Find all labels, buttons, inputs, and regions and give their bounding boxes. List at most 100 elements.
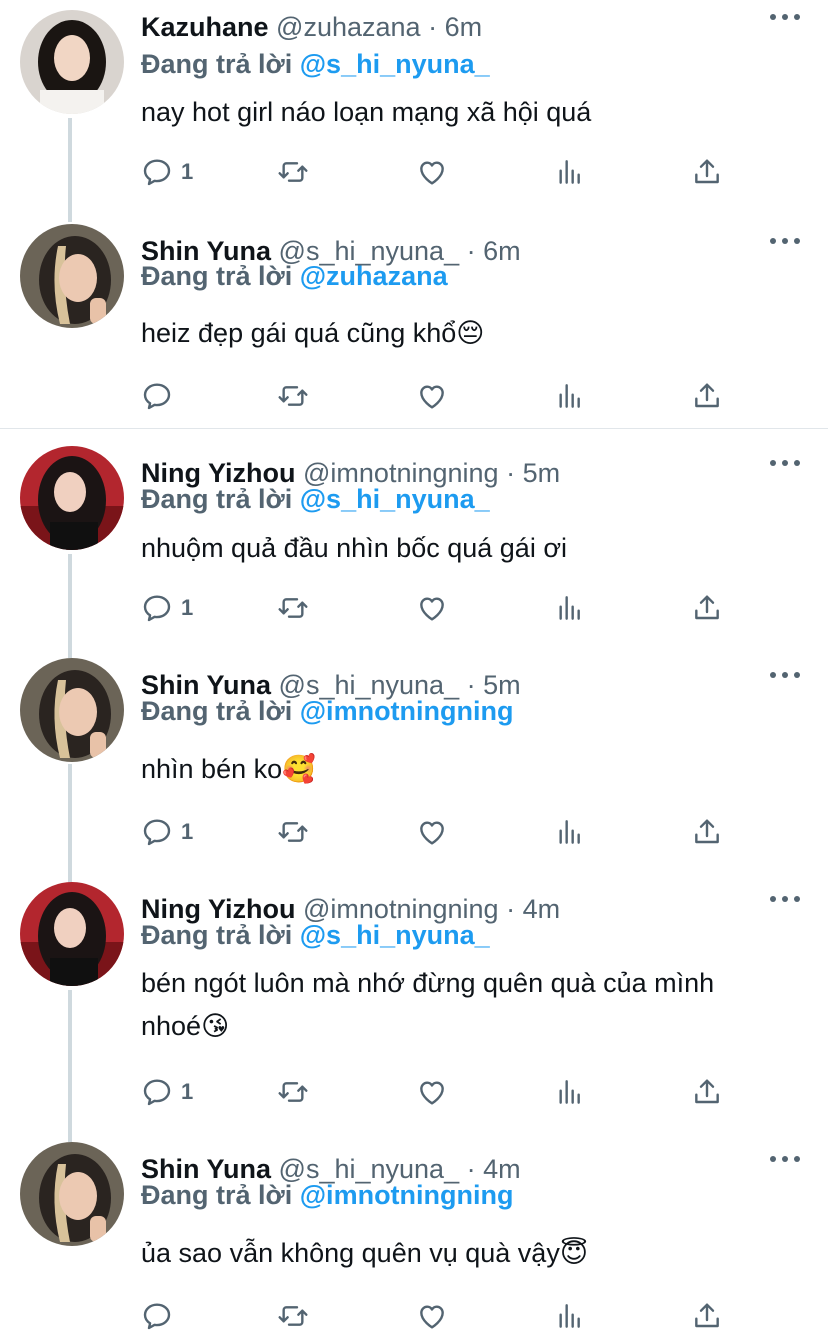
reply-button[interactable]: 1 (141, 155, 193, 189)
analytics-icon (559, 1304, 580, 1328)
retweet-button[interactable] (277, 379, 309, 413)
tweet[interactable]: Ning Yizhou @imnotningning · 4m Đang trả… (0, 882, 828, 1134)
tweet[interactable]: Shin Yuna @s_hi_nyuna_ · 6m Đang trả lời… (0, 224, 828, 428)
avatar[interactable] (20, 1142, 124, 1246)
share-icon (695, 1303, 719, 1328)
share-icon (695, 819, 719, 844)
replying-label: Đang trả lời (141, 261, 293, 291)
like-button[interactable] (416, 379, 448, 413)
replying-to: Đang trả lời @imnotningning (141, 1178, 514, 1212)
separator-dot: · (506, 458, 516, 488)
replying-label: Đang trả lời (141, 1180, 293, 1210)
more-icon[interactable] (770, 1156, 800, 1166)
analytics-button[interactable] (554, 155, 586, 189)
analytics-icon (559, 384, 580, 408)
more-icon[interactable] (770, 238, 800, 248)
tweet-text: heiz đẹp gái quá cũng khổ😔 (141, 318, 485, 348)
share-button[interactable] (691, 1299, 723, 1333)
reply-icon (143, 1303, 171, 1330)
mention-link[interactable]: @s_hi_nyuna_ (300, 920, 490, 950)
replying-label: Đang trả lời (141, 49, 293, 79)
avatar[interactable] (20, 658, 124, 762)
avatar[interactable] (20, 10, 124, 114)
retweet-icon (278, 162, 308, 182)
reply-icon (143, 819, 171, 846)
mention-link[interactable]: @s_hi_nyuna_ (300, 484, 490, 514)
like-button[interactable] (416, 815, 448, 849)
reply-button[interactable]: 1 (141, 815, 193, 849)
retweet-button[interactable] (277, 155, 309, 189)
tweet[interactable]: Shin Yuna @s_hi_nyuna_ · 5m Đang trả lời… (0, 658, 828, 872)
share-icon (695, 595, 719, 620)
retweet-button[interactable] (277, 591, 309, 625)
reply-icon (143, 1079, 171, 1106)
analytics-icon (559, 596, 580, 620)
share-button[interactable] (691, 591, 723, 625)
timestamp[interactable]: 4m (523, 894, 561, 924)
share-button[interactable] (691, 155, 723, 189)
replying-to: Đang trả lời @s_hi_nyuna_ (141, 918, 490, 952)
like-icon (420, 385, 444, 409)
separator-dot: · (466, 236, 476, 266)
analytics-icon (559, 1080, 580, 1104)
avatar[interactable] (20, 224, 124, 328)
tweet-text: nay hot girl náo loạn mạng xã hội quá (141, 97, 592, 127)
reply-icon (143, 159, 171, 186)
reply-button[interactable] (141, 1299, 181, 1333)
more-icon[interactable] (770, 672, 800, 682)
share-button[interactable] (691, 1075, 723, 1109)
reply-button[interactable]: 1 (141, 1075, 193, 1109)
replying-label: Đang trả lời (141, 920, 293, 950)
timestamp[interactable]: 5m (523, 458, 561, 488)
analytics-button[interactable] (554, 591, 586, 625)
like-button[interactable] (416, 591, 448, 625)
retweet-button[interactable] (277, 1299, 309, 1333)
replying-label: Đang trả lời (141, 484, 293, 514)
mention-link[interactable]: @imnotningning (300, 1180, 514, 1210)
like-icon (420, 821, 444, 845)
share-button[interactable] (691, 815, 723, 849)
analytics-icon (559, 820, 580, 844)
avatar[interactable] (20, 446, 124, 550)
like-icon (420, 1081, 444, 1105)
analytics-button[interactable] (554, 1075, 586, 1109)
share-icon (695, 159, 719, 184)
reply-button[interactable]: 1 (141, 591, 193, 625)
like-icon (420, 1305, 444, 1329)
more-icon[interactable] (770, 14, 800, 24)
user-handle[interactable]: @zuhazana (276, 12, 421, 42)
display-name[interactable]: Kazuhane (141, 12, 269, 42)
more-icon[interactable] (770, 896, 800, 906)
retweet-button[interactable] (277, 815, 309, 849)
analytics-button[interactable] (554, 815, 586, 849)
share-button[interactable] (691, 379, 723, 413)
like-button[interactable] (416, 1299, 448, 1333)
reply-button[interactable] (141, 379, 181, 413)
like-button[interactable] (416, 155, 448, 189)
avatar[interactable] (20, 882, 124, 986)
tweet-text: ủa sao vẫn không quên vụ quà vậy😇 (141, 1238, 588, 1268)
retweet-icon (278, 822, 308, 842)
mention-link[interactable]: @imnotningning (300, 696, 514, 726)
replying-to: Đang trả lời @s_hi_nyuna_ (141, 47, 490, 81)
timestamp[interactable]: 6m (483, 236, 521, 266)
share-icon (695, 1079, 719, 1104)
share-icon (695, 383, 719, 408)
thread-divider (0, 428, 828, 429)
reply-icon (143, 595, 171, 622)
mention-link[interactable]: @zuhazana (300, 261, 448, 291)
analytics-button[interactable] (554, 379, 586, 413)
reply-icon (143, 383, 171, 410)
mention-link[interactable]: @s_hi_nyuna_ (300, 49, 490, 79)
timestamp[interactable]: 6m (445, 12, 483, 42)
like-button[interactable] (416, 1075, 448, 1109)
reply-count: 1 (181, 1079, 194, 1104)
more-icon[interactable] (770, 460, 800, 470)
tweet[interactable]: Kazuhane @zuhazana · 6m Đang trả lời @s_… (0, 0, 828, 212)
tweet[interactable]: Shin Yuna @s_hi_nyuna_ · 4m Đang trả lời… (0, 1142, 828, 1342)
analytics-button[interactable] (554, 1299, 586, 1333)
replying-label: Đang trả lời (141, 696, 293, 726)
separator-dot: · (428, 12, 438, 42)
retweet-button[interactable] (277, 1075, 309, 1109)
tweet[interactable]: Ning Yizhou @imnotningning · 5m Đang trả… (0, 446, 828, 646)
